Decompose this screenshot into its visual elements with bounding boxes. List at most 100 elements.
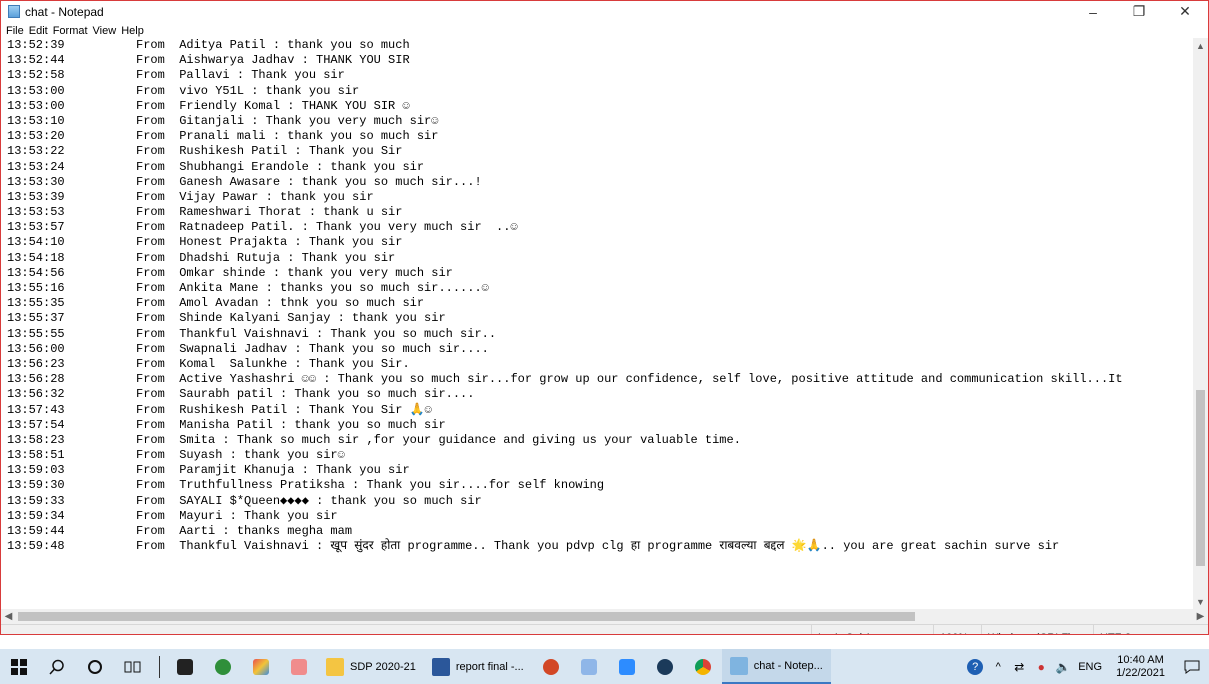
chat-timestamp: 13:53:53 — [7, 205, 65, 220]
taskbar-app-sdp-folder[interactable]: SDP 2020-21 — [318, 649, 424, 684]
chat-timestamp: 13:58:23 — [7, 432, 65, 447]
notepad-app-icon — [8, 5, 20, 18]
photos-icon[interactable] — [280, 649, 318, 684]
chat-timestamp: 13:59:30 — [7, 478, 65, 493]
chat-timestamp: 13:52:58 — [7, 68, 65, 83]
network-icon[interactable]: ⇄ — [1008, 649, 1030, 684]
chat-line: 13:58:23 From Smita : Thank so much sir ,… — [1, 433, 1193, 448]
chat-message: From Saurabh patil : Thank you so much s… — [136, 387, 475, 402]
taskbar-app-word-report[interactable]: report final -... — [424, 649, 532, 684]
chat-message: From Omkar shinde : thank you very much … — [136, 265, 453, 280]
menu-view[interactable]: View — [93, 25, 117, 37]
scroll-down-arrow-icon[interactable]: ▼ — [1193, 594, 1208, 609]
text-editor-area[interactable]: 13:52:39 From Aditya Patil : thank you so… — [1, 38, 1193, 609]
chat-message: From Honest Prajakta : Thank you sir — [136, 235, 403, 250]
search-icon[interactable] — [38, 649, 76, 684]
horizontal-scroll-thumb[interactable] — [18, 612, 915, 621]
chat-line: 13:53:24 From Shubhangi Erandole : thank … — [1, 160, 1193, 175]
chrome-icon[interactable] — [684, 649, 722, 684]
chat-line: 13:59:33 From SAYALI $*Queen◆◆◆◆ : thank … — [1, 494, 1193, 509]
vertical-scrollbar[interactable]: ▲ ▼ — [1193, 38, 1208, 609]
chat-line: 13:55:35 From Amol Avadan : thnk you so m… — [1, 296, 1193, 311]
chat-line: 13:54:18 From Dhadshi Rutuja : Thank you … — [1, 251, 1193, 266]
horizontal-scrollbar[interactable]: ◀ — [1, 609, 1193, 624]
chat-line: 13:53:22 From Rushikesh Patil : Thank you… — [1, 144, 1193, 159]
chat-message: From Truthfullness Pratiksha : Thank you… — [136, 478, 605, 493]
menu-edit[interactable]: Edit — [29, 25, 48, 37]
chat-timestamp: 13:59:33 — [7, 493, 65, 508]
chat-timestamp: 13:53:30 — [7, 174, 65, 189]
image-viewer-icon[interactable] — [570, 649, 608, 684]
chat-timestamp: 13:53:10 — [7, 113, 65, 128]
chat-timestamp: 13:58:51 — [7, 448, 65, 463]
chat-timestamp: 13:59:03 — [7, 463, 65, 478]
chat-timestamp: 13:53:00 — [7, 98, 65, 113]
steam-icon[interactable] — [646, 649, 684, 684]
volume-icon[interactable]: 🔈 — [1052, 649, 1074, 684]
chat-timestamp: 13:53:57 — [7, 220, 65, 235]
paint-icon[interactable] — [242, 649, 280, 684]
cortana-icon[interactable] — [76, 649, 114, 684]
chevron-up-icon[interactable]: ^ — [988, 649, 1008, 684]
start-button[interactable] — [0, 649, 38, 684]
chat-line: 13:53:00 From Friendly Komal : THANK YOU … — [1, 99, 1193, 114]
chat-line: 13:52:44 From Aishwarya Jadhav : THANK YO… — [1, 53, 1193, 68]
chat-message: From Pallavi : Thank you sir — [136, 68, 345, 83]
scroll-up-arrow-icon[interactable]: ▲ — [1193, 38, 1208, 53]
taskbar-app-notepad[interactable]: chat - Notep... — [721, 649, 831, 684]
chat-line: 13:57:54 From Manisha Patil : thank you s… — [1, 418, 1193, 433]
chat-timestamp: 13:56:28 — [7, 372, 65, 387]
chat-line: 13:59:44 From Aarti : thanks megha mam — [1, 524, 1193, 539]
chat-line: 13:53:00 From vivo Y51L : thank you sir — [1, 84, 1193, 99]
menu-file[interactable]: File — [6, 25, 24, 37]
language-indicator[interactable]: ENG — [1078, 661, 1102, 673]
powerpoint-icon[interactable] — [532, 649, 570, 684]
chat-timestamp: 13:52:44 — [7, 53, 65, 68]
title-bar[interactable]: chat - Notepad – ❐ ✕ — [1, 1, 1208, 22]
maximize-button[interactable]: ❐ — [1116, 1, 1162, 22]
clock[interactable]: 10:40 AM 1/22/2021 — [1116, 654, 1165, 680]
close-button[interactable]: ✕ — [1162, 1, 1208, 22]
menu-format[interactable]: Format — [53, 25, 88, 37]
menu-help[interactable]: Help — [121, 25, 144, 37]
chat-line: 13:59:03 From Paramjit Khanuja : Thank yo… — [1, 463, 1193, 478]
chat-message: From Ankita Mane : thanks you so much si… — [136, 281, 489, 295]
cursor-position: Ln 1, Col 1 — [811, 625, 930, 634]
zoom-app-icon[interactable] — [608, 649, 646, 684]
chat-message: From Amol Avadan : thnk you so much sir — [136, 296, 425, 311]
scroll-left-arrow-icon[interactable]: ◀ — [1, 609, 16, 624]
chat-line: 13:56:32 From Saurabh patil : Thank you s… — [1, 387, 1193, 402]
chat-timestamp: 13:55:55 — [7, 326, 65, 341]
chat-message: From Paramjit Khanuja : Thank you sir — [136, 463, 410, 478]
help-icon[interactable]: ? — [962, 649, 988, 684]
chat-line: 13:55:55 From Thankful Vaishnavi : Thank … — [1, 327, 1193, 342]
clock-date: 1/22/2021 — [1116, 666, 1165, 679]
window-controls: – ❐ ✕ — [1070, 1, 1208, 22]
camera-app-icon[interactable] — [204, 649, 242, 684]
notification-icon[interactable] — [1175, 649, 1209, 684]
windows-logo-icon — [11, 658, 27, 675]
minimize-button[interactable]: – — [1070, 1, 1116, 22]
chat-line: 13:58:51 From Suyash : thank you sir☺ — [1, 448, 1193, 463]
chat-timestamp: 13:55:35 — [7, 296, 65, 311]
chat-timestamp: 13:54:10 — [7, 235, 65, 250]
battery-icon[interactable]: ● — [1030, 649, 1052, 684]
store-icon[interactable] — [166, 649, 204, 684]
separator-icon — [152, 649, 166, 684]
vertical-scroll-thumb[interactable] — [1196, 390, 1205, 566]
chat-line: 13:59:30 From Truthfullness Pratiksha : T… — [1, 478, 1193, 493]
chat-message: From Friendly Komal : THANK YOU SIR ☺ — [136, 98, 410, 113]
chat-line: 13:56:23 From Komal Salunkhe : Thank you … — [1, 357, 1193, 372]
chat-line: 13:53:57 From Ratnadeep Patil. : Thank yo… — [1, 220, 1193, 235]
encoding: UTF-8 — [1093, 625, 1200, 634]
chat-message: From Aarti : thanks megha mam — [136, 524, 353, 538]
chat-line: 13:54:10 From Honest Prajakta : Thank you… — [1, 235, 1193, 250]
scroll-right-arrow-icon[interactable]: ▶ — [1193, 609, 1208, 624]
chat-message: From Swapnali Jadhav : Thank you so much… — [136, 341, 489, 356]
chat-line: 13:52:39 From Aditya Patil : thank you so… — [1, 38, 1193, 53]
chat-line: 13:53:20 From Pranali mali : thank you so… — [1, 129, 1193, 144]
chat-timestamp: 13:55:16 — [7, 281, 65, 295]
chat-line: 13:54:56 From Omkar shinde : thank you ve… — [1, 266, 1193, 281]
chat-message: From Mayuri : Thank you sir — [136, 508, 338, 523]
task-view-icon[interactable] — [114, 649, 152, 684]
